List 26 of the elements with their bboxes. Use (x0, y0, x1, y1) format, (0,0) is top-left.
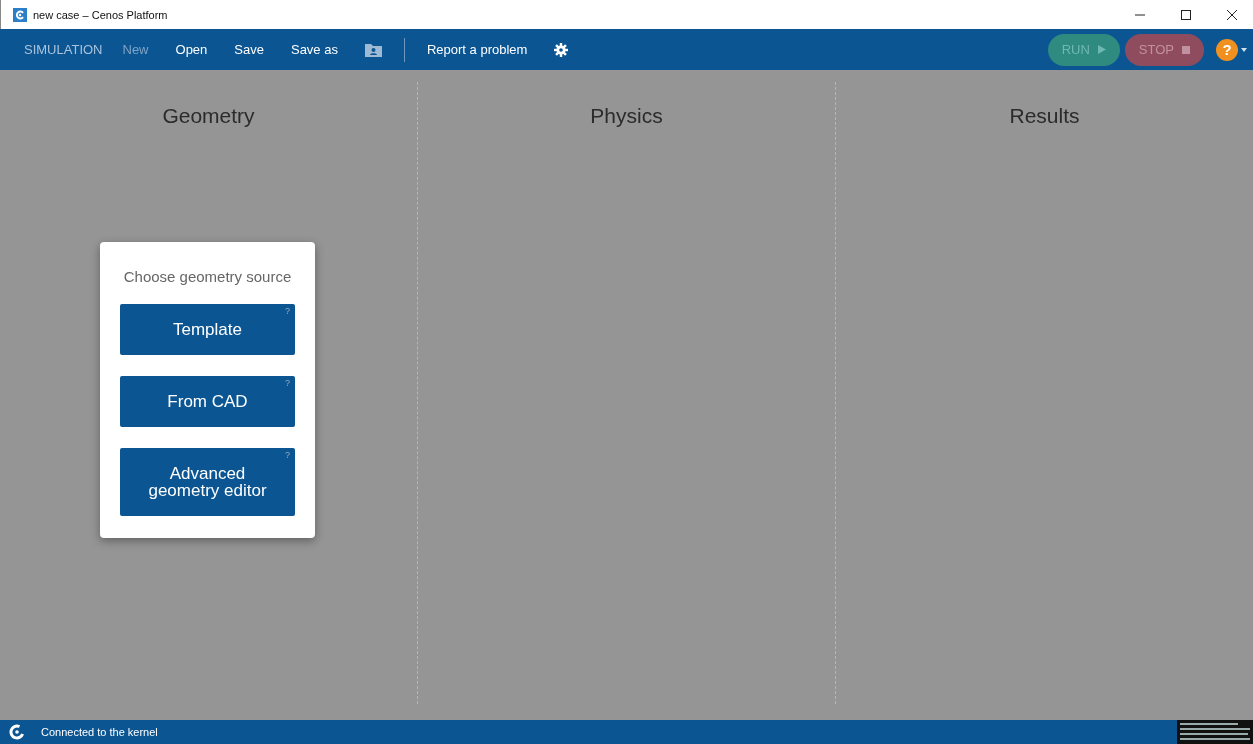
column-heading: Physics (590, 104, 663, 128)
menu-item[interactable]: Save as (290, 42, 338, 57)
stop-icon (1182, 45, 1190, 54)
card-title: Choose geometry source (123, 268, 292, 285)
geometry-option-button[interactable]: From CAD ? (120, 376, 295, 427)
window-title: new case – Cenos Platform (33, 8, 168, 21)
app-logo-icon (13, 7, 27, 22)
menu-item[interactable]: Save (234, 42, 264, 57)
column-heading: Results (1009, 104, 1080, 128)
option-label: From CAD (166, 393, 249, 410)
settings-icon[interactable] (554, 42, 569, 57)
geometry-option-button[interactable]: Advanced geometry editor ? (120, 448, 295, 516)
app-logo-icon (9, 724, 25, 740)
menu-label: SIMULATION (24, 42, 103, 57)
menu-item[interactable]: Report a problem (426, 42, 528, 57)
maximize-icon[interactable] (1181, 9, 1191, 20)
option-label: Template (172, 321, 243, 338)
option-label: Advanced geometry editor (147, 465, 268, 499)
caret-icon[interactable] (1241, 47, 1247, 52)
play-icon (1097, 45, 1106, 54)
geometry-option-button[interactable]: Template ? (120, 304, 295, 355)
menu-item[interactable]: Open (175, 42, 208, 57)
status-text: Connected to the kernel (41, 726, 158, 738)
column-heading: Geometry (162, 104, 255, 128)
folder-icon[interactable] (364, 42, 382, 57)
close-icon[interactable] (1227, 9, 1237, 20)
